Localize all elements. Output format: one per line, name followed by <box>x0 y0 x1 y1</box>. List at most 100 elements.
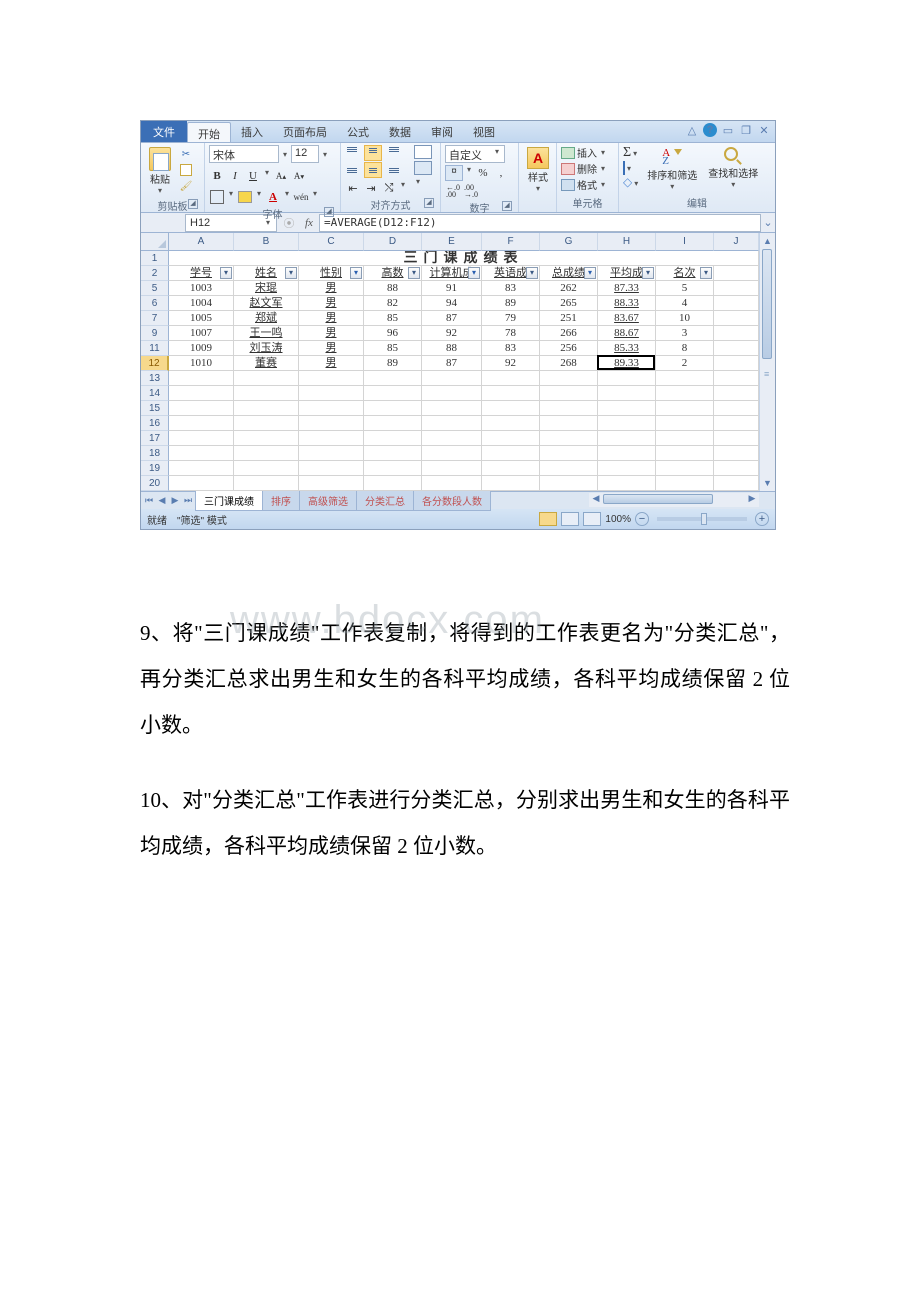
cell[interactable]: 男 <box>299 311 364 326</box>
cell[interactable] <box>714 296 759 311</box>
cell[interactable] <box>299 476 364 491</box>
cell[interactable] <box>540 401 598 416</box>
cell[interactable] <box>598 416 656 431</box>
cell[interactable] <box>299 371 364 386</box>
cell[interactable] <box>714 476 759 491</box>
cell[interactable]: 性别▾ <box>299 266 364 281</box>
cell[interactable] <box>598 461 656 476</box>
cell[interactable] <box>234 461 299 476</box>
cell[interactable]: 男 <box>299 281 364 296</box>
cell[interactable]: 268 <box>540 356 598 371</box>
cell[interactable] <box>422 446 482 461</box>
vertical-scrollbar[interactable]: ▲ ≡ ▼ <box>759 233 775 491</box>
cell[interactable]: 87 <box>422 356 482 371</box>
cell[interactable] <box>656 431 714 446</box>
increase-indent[interactable]: ⇥ <box>363 180 379 196</box>
col-header-C[interactable]: C <box>299 233 364 251</box>
filter-button[interactable]: ▾ <box>220 267 232 279</box>
cell[interactable] <box>714 401 759 416</box>
fill-color-button[interactable] <box>237 189 253 205</box>
scroll-up-icon[interactable]: ▲ <box>760 233 775 249</box>
view-normal-icon[interactable] <box>539 512 557 526</box>
sheet-nav-prev-icon[interactable]: ◀ <box>156 495 168 506</box>
cell[interactable] <box>714 281 759 296</box>
row-header-18[interactable]: 18 <box>141 446 169 461</box>
cell[interactable] <box>482 371 540 386</box>
wrap-text-button[interactable] <box>414 145 432 159</box>
cell[interactable] <box>422 476 482 491</box>
phonetic-guide-button[interactable]: wén <box>293 189 309 205</box>
row-header-13[interactable]: 13 <box>141 371 169 386</box>
bold-button[interactable]: B <box>209 168 225 184</box>
filter-button[interactable]: ▾ <box>642 267 654 279</box>
filter-button[interactable]: ▾ <box>700 267 712 279</box>
cell[interactable] <box>482 386 540 401</box>
cell[interactable]: 姓名▾ <box>234 266 299 281</box>
italic-button[interactable]: I <box>227 168 243 184</box>
minimize-window-icon[interactable]: ▭ <box>721 123 735 137</box>
col-header-B[interactable]: B <box>234 233 299 251</box>
font-launcher-icon[interactable]: ◢ <box>324 207 334 217</box>
cell[interactable] <box>714 341 759 356</box>
cell[interactable] <box>299 431 364 446</box>
align-top-right[interactable] <box>383 145 401 161</box>
underline-button[interactable]: U <box>245 168 261 184</box>
cell[interactable]: 88 <box>422 341 482 356</box>
increase-decimal-button[interactable]: ←.0.00 <box>445 183 461 199</box>
cell[interactable] <box>656 371 714 386</box>
cell[interactable] <box>540 416 598 431</box>
cell[interactable]: 刘玉涛 <box>234 341 299 356</box>
row-header-20[interactable]: 20 <box>141 476 169 491</box>
filter-button[interactable]: ▾ <box>285 267 297 279</box>
cell[interactable]: 88 <box>364 281 422 296</box>
cell[interactable] <box>234 371 299 386</box>
col-header-I[interactable]: I <box>656 233 714 251</box>
filter-button[interactable]: ▾ <box>468 267 480 279</box>
cell[interactable]: 2 <box>656 356 714 371</box>
cell[interactable]: 8 <box>656 341 714 356</box>
cell[interactable]: 1009 <box>169 341 234 356</box>
cell[interactable] <box>169 431 234 446</box>
cell[interactable]: 3 <box>656 326 714 341</box>
cell[interactable]: 85 <box>364 341 422 356</box>
cell[interactable]: 89.33 <box>598 356 656 371</box>
cell[interactable] <box>656 461 714 476</box>
row-header-16[interactable]: 16 <box>141 416 169 431</box>
tab-insert[interactable]: 插入 <box>231 121 273 142</box>
cell[interactable] <box>714 356 759 371</box>
cell[interactable] <box>234 386 299 401</box>
align-top-center[interactable] <box>364 145 382 161</box>
cell[interactable] <box>364 431 422 446</box>
zoom-slider[interactable] <box>657 517 747 521</box>
cell[interactable]: 1007 <box>169 326 234 341</box>
sort-filter-button[interactable]: 排序和筛选 ▾ <box>643 145 701 193</box>
cell[interactable] <box>234 416 299 431</box>
cell[interactable] <box>234 431 299 446</box>
sheet-tab-4[interactable]: 分类汇总 <box>356 491 414 511</box>
cell[interactable] <box>169 416 234 431</box>
decrease-decimal-button[interactable]: .00→.0 <box>463 183 479 199</box>
cell[interactable] <box>540 371 598 386</box>
cell[interactable] <box>482 431 540 446</box>
sheet-nav-first-icon[interactable]: ⏮ <box>143 495 155 506</box>
cell[interactable] <box>482 416 540 431</box>
styles-button[interactable]: A 样式 ▾ <box>523 145 553 195</box>
orientation-button[interactable]: ⤭ <box>381 180 397 196</box>
font-size-dd-icon[interactable]: ▾ <box>321 150 329 159</box>
cell[interactable] <box>656 401 714 416</box>
minimize-ribbon-icon[interactable]: △ <box>685 123 699 137</box>
col-header-F[interactable]: F <box>482 233 540 251</box>
cell[interactable] <box>169 476 234 491</box>
cell[interactable] <box>714 266 759 281</box>
font-color-button[interactable]: A <box>265 189 281 205</box>
cell[interactable]: 88.33 <box>598 296 656 311</box>
col-header-H[interactable]: H <box>598 233 656 251</box>
cell[interactable]: 高数▾ <box>364 266 422 281</box>
sheet-nav-next-icon[interactable]: ▶ <box>169 495 181 506</box>
delete-cells-button[interactable]: 删除▾ <box>561 161 607 176</box>
cell[interactable] <box>299 446 364 461</box>
select-all-corner[interactable] <box>141 233 169 251</box>
cell[interactable]: 91 <box>422 281 482 296</box>
scroll-right-icon[interactable]: ▶ <box>745 493 759 507</box>
alignment-launcher-icon[interactable]: ◢ <box>424 198 434 208</box>
